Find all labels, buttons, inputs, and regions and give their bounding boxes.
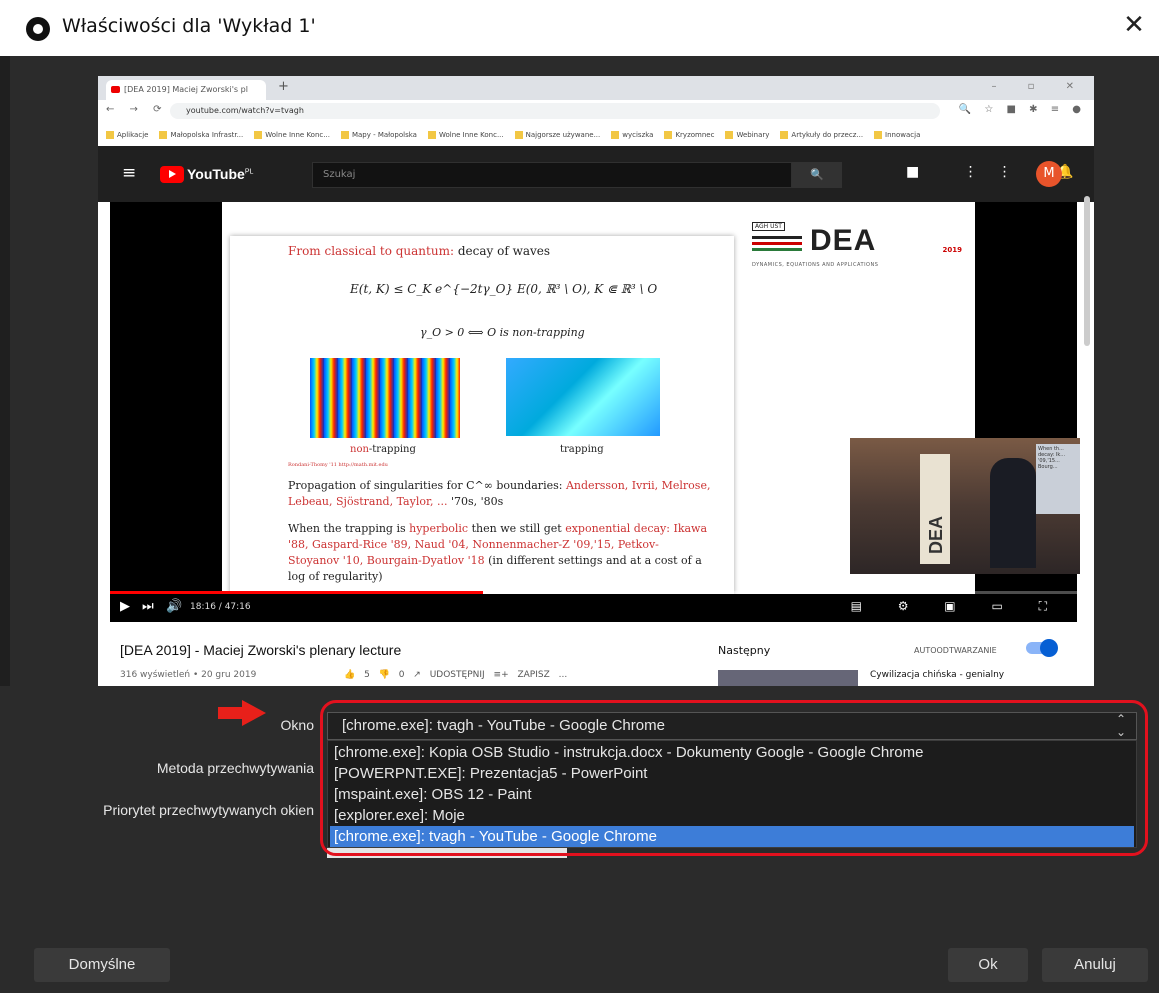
youtube-header: ≡ YouTubePL Szukaj 🔍 ■ ⋮⋮ 🔔 M: [98, 146, 1094, 202]
bookmark-item: Innowacja: [874, 131, 920, 139]
slide-citation: Rondani-Thomy '11 http://math.mit.edu: [288, 462, 388, 468]
browser-extension-icons: 🔍 ☆ ■ ✱ ≡ ●: [958, 104, 1086, 115]
youtube-region: PL: [244, 168, 254, 176]
browser-tabstrip: [DEA 2019] Maciej Zworski's pl + – ▫ ✕: [98, 76, 1094, 100]
video-controls: ▶ ⏭ 🔊 18:16 / 47:16 ▤ ⚙ ▣ ▭ ⛶: [110, 594, 1077, 622]
slide-title: From classical to quantum: decay of wave…: [288, 244, 551, 258]
speaker-video-inset: DEA When th... decay: Ik... '09,'15... B…: [850, 438, 1080, 574]
next-up-label: Następny: [718, 644, 771, 657]
red-highlight-annotation: [320, 700, 1148, 856]
window-priority-label: Priorytet przechwytywanych okien: [103, 802, 314, 818]
youtube-logo-text: YouTube: [187, 166, 245, 182]
bookmark-item: Najgorsze używane...: [515, 131, 601, 139]
bookmark-item: Wolne Inne Konc...: [254, 131, 330, 139]
slide-paragraph-2: When the trapping is hyperbolic then we …: [288, 522, 708, 583]
captured-browser-preview: [DEA 2019] Maciej Zworski's pl + – ▫ ✕ ←…: [98, 76, 1094, 686]
defaults-button[interactable]: Domyślne: [34, 948, 170, 982]
browser-tab: [DEA 2019] Maciej Zworski's pl: [106, 80, 266, 100]
avatar: M: [1036, 161, 1062, 187]
video-title: [DEA 2019] - Maciej Zworski's plenary le…: [120, 642, 402, 658]
dea-logo-year: 2019: [942, 246, 962, 254]
slide-card: From classical to quantum: decay of wave…: [230, 236, 734, 594]
search-icon: 🔍: [792, 162, 842, 188]
youtube-logo: YouTubePL: [160, 163, 253, 185]
autoplay-toggle: [1026, 639, 1058, 657]
agh-logo: AGH UST: [752, 222, 785, 231]
capture-method-label: Metoda przechwytywania: [156, 760, 314, 776]
next-icon: ⏭: [142, 599, 154, 614]
dea-logo-subtitle: DYNAMICS, EQUATIONS AND APPLICATIONS: [752, 262, 879, 268]
menu-icon: ≡: [122, 163, 137, 183]
video-player: From classical to quantum: decay of wave…: [110, 202, 1080, 622]
youtube-play-icon: [160, 165, 184, 183]
close-button[interactable]: ✕: [1119, 10, 1149, 40]
video-actions: 👍 5 👎 0 ↗ UDOSTĘPNIJ ≡+ ZAPISZ ...: [344, 670, 568, 680]
browser-scrollbar: [1084, 196, 1090, 346]
bookmark-item: Artykuły do przecz...: [780, 131, 863, 139]
bookmarks-bar: Aplikacje Małopolska Infrastr... Wolne Inn…: [98, 122, 1094, 147]
video-right-controls-icons: ▤ ⚙ ▣ ▭ ⛶: [850, 599, 1063, 613]
browser-window-controls-icon: – ▫ ✕: [991, 81, 1088, 92]
bookmark-item: Wolne Inne Konc...: [428, 131, 504, 139]
bookmark-item: Aplikacje: [106, 131, 148, 139]
slide-formula-1: E(t, K) ≤ C_K e^{−2tγ_O} E(0, ℝ³ \ O), K…: [350, 282, 658, 296]
bookmark-item: Małopolska Infrastr...: [159, 131, 243, 139]
browser-url: youtube.com/watch?v=tvagh: [170, 103, 940, 119]
lecture-slide: From classical to quantum: decay of wave…: [222, 202, 1080, 594]
dea-conference-logo: AGH UST DEA 2019 DYNAMICS, EQUATIONS AND…: [752, 222, 962, 268]
cancel-button[interactable]: Anuluj: [1042, 948, 1148, 982]
video-time: 18:16 / 47:16: [190, 602, 251, 612]
next-video-title: Cywilizacja chińska - genialny: [870, 670, 1005, 680]
nontrapping-label: non-trapping: [350, 444, 416, 455]
window-title: Właściwości dla 'Wykład 1': [62, 15, 316, 37]
window-label: Okno: [280, 717, 314, 733]
youtube-header-icons: ■ ⋮⋮ 🔔: [906, 164, 1094, 180]
ok-button[interactable]: Ok: [948, 948, 1028, 982]
obs-logo-icon: [26, 17, 50, 41]
nontrapping-image: [310, 358, 460, 438]
slide-formula-2: γ_O > 0 ⟺ O is non-trapping: [420, 326, 585, 339]
new-tab-icon: +: [278, 79, 289, 94]
dea-logo-text: DEA: [810, 224, 877, 257]
trapping-label: trapping: [560, 444, 604, 455]
trapping-image: [506, 358, 660, 436]
speaker: [990, 458, 1036, 568]
youtube-search-input: Szukaj: [312, 162, 792, 188]
slide-paragraph-1: Propagation of singularities for C^∞ bou…: [288, 479, 711, 508]
play-icon: ▶: [120, 599, 130, 614]
browser-address-bar: ← → ⟳ youtube.com/watch?v=tvagh 🔍 ☆ ■ ✱ …: [98, 100, 1094, 122]
volume-icon: 🔊: [166, 599, 183, 614]
video-info-area: [DEA 2019] - Maciej Zworski's plenary le…: [98, 622, 1094, 686]
next-video-thumbnail: [718, 670, 858, 686]
inset-banner: DEA: [920, 454, 950, 564]
bookmark-item: wyciszka: [611, 131, 653, 139]
autoplay-label: AUTOODTWARZANIE: [914, 646, 997, 655]
browser-nav-icons: ← → ⟳: [106, 104, 168, 115]
bookmark-item: Kryzomnec: [664, 131, 714, 139]
window-titlebar: Właściwości dla 'Wykład 1' ✕: [0, 0, 1159, 56]
bookmark-item: Webinary: [725, 131, 769, 139]
video-meta: 316 wyświetleń • 20 gru 2019: [120, 670, 257, 680]
bookmark-item: Mapy - Małopolska: [341, 131, 417, 139]
inset-screen: When th... decay: Ik... '09,'15... Bourg…: [1036, 444, 1080, 514]
